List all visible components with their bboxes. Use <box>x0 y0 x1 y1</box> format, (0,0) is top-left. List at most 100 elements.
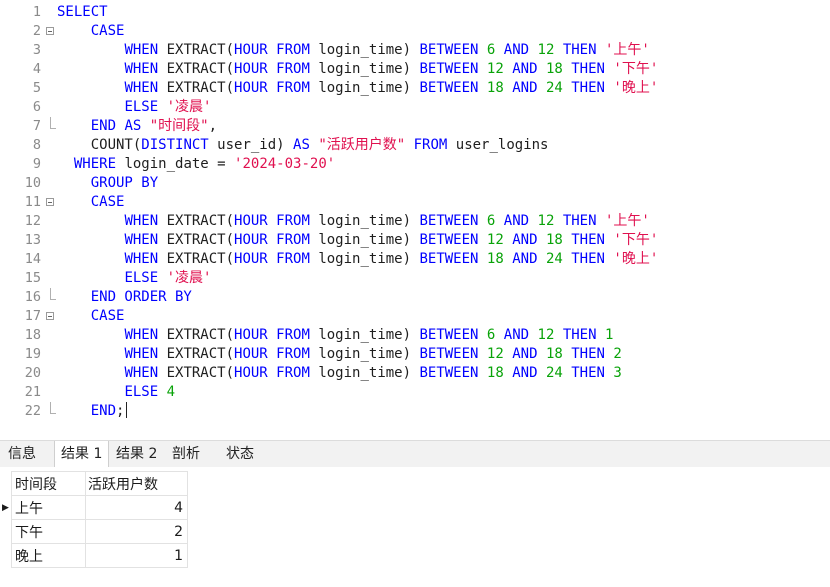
sql-keyword: END <box>90 403 117 419</box>
line-number: 6 <box>32 99 41 115</box>
line-number: 5 <box>32 80 41 96</box>
fold-collapse-icon[interactable] <box>46 198 54 206</box>
sql-keyword: WHEN <box>124 251 159 267</box>
tab-status[interactable]: 状态 <box>220 441 260 467</box>
code-line[interactable]: 18 WHEN EXTRACT(HOUR FROM login_time) BE… <box>0 326 830 345</box>
sql-keyword: WHEN <box>124 327 159 343</box>
code-line[interactable]: 11 CASE <box>0 193 830 212</box>
sql-keyword: FROM <box>276 327 310 343</box>
table-row[interactable]: 下午 2 <box>0 519 188 544</box>
line-number: 16 <box>24 289 41 305</box>
sql-text: EXTRACT( <box>158 42 235 58</box>
cell-active-users[interactable]: 1 <box>85 543 188 568</box>
code-line[interactable]: 16 END ORDER BY <box>0 288 830 307</box>
code-line[interactable]: 13 WHEN EXTRACT(HOUR FROM login_time) BE… <box>0 231 830 250</box>
sql-keyword: HOUR <box>234 251 268 267</box>
sql-keyword: HOUR <box>234 80 268 96</box>
fold-collapse-icon[interactable] <box>46 27 54 35</box>
sql-keyword: THEN <box>571 232 605 248</box>
line-number: 14 <box>24 251 41 267</box>
table-row[interactable]: 晚上 1 <box>0 543 188 568</box>
tab-result-1[interactable]: 结果 1 <box>54 441 110 468</box>
code-line[interactable]: 12 WHEN EXTRACT(HOUR FROM login_time) BE… <box>0 212 830 231</box>
code-line[interactable]: 5 WHEN EXTRACT(HOUR FROM login_time) BET… <box>0 79 830 98</box>
sql-text: EXTRACT( <box>158 61 235 77</box>
cell-period[interactable]: 晚上 <box>11 543 86 568</box>
sql-string: '晚上' <box>613 80 659 96</box>
code-line[interactable]: 14 WHEN EXTRACT(HOUR FROM login_time) BE… <box>0 250 830 269</box>
sql-number: 18 <box>545 61 563 77</box>
sql-keyword: HOUR <box>234 327 268 343</box>
sql-string: '下午' <box>613 232 659 248</box>
tab-info[interactable]: 信息 <box>2 441 42 467</box>
sql-keyword: AND <box>503 213 530 229</box>
line-number: 21 <box>24 384 41 400</box>
code-line[interactable]: 4 WHEN EXTRACT(HOUR FROM login_time) BET… <box>0 60 830 79</box>
sql-keyword: CASE <box>90 194 125 210</box>
code-line[interactable]: 6 ELSE '凌晨' <box>0 98 830 117</box>
cell-period[interactable]: 上午 <box>11 495 86 520</box>
code-line[interactable]: 8 COUNT(DISTINCT user_id) AS "活跃用户数" FRO… <box>0 136 830 155</box>
tab-result-2[interactable]: 结果 2 <box>110 441 163 467</box>
code-line[interactable]: 15 ELSE '凌晨' <box>0 269 830 288</box>
sql-string: '凌晨' <box>166 270 212 286</box>
code-line[interactable]: 17 CASE <box>0 307 830 326</box>
code-line[interactable]: 22 END; <box>0 402 830 421</box>
sql-keyword: WHEN <box>124 232 159 248</box>
sql-keyword: BETWEEN <box>419 42 479 58</box>
cell-period[interactable]: 下午 <box>11 519 86 544</box>
sql-keyword: HOUR <box>234 61 268 77</box>
sql-number: 18 <box>486 80 504 96</box>
fold-collapse-icon[interactable] <box>46 312 54 320</box>
column-header-active-users[interactable]: 活跃用户数 <box>85 471 188 496</box>
code-line[interactable]: 3 WHEN EXTRACT(HOUR FROM login_time) BET… <box>0 41 830 60</box>
row-indicator-header <box>0 471 12 496</box>
tab-profile[interactable]: 剖析 <box>166 441 206 467</box>
code-line[interactable]: 1 SELECT <box>0 3 830 22</box>
code-line[interactable]: 10 GROUP BY <box>0 174 830 193</box>
line-number: 11 <box>24 194 41 210</box>
code-text: CASE <box>57 22 125 41</box>
sql-number: 12 <box>537 327 555 343</box>
code-line[interactable]: 7 END AS "时间段", <box>0 117 830 136</box>
sql-text: login_date = <box>116 156 235 172</box>
code-line[interactable]: 2 CASE <box>0 22 830 41</box>
sql-editor[interactable]: 1 SELECT 2 CASE 3 WHEN EXTRACT(HOUR FROM lo… <box>0 0 830 437</box>
sql-number: 3 <box>613 365 622 381</box>
sql-keyword: AND <box>512 365 538 381</box>
cell-active-users[interactable]: 4 <box>85 495 188 520</box>
sql-number: 1 <box>604 327 614 343</box>
sql-keyword: AND <box>512 346 538 362</box>
line-number: 18 <box>24 327 41 343</box>
code-line[interactable]: 9 WHERE login_date = '2024-03-20' <box>0 155 830 174</box>
code-text: GROUP BY <box>57 174 158 193</box>
sql-text: login_time) <box>309 232 420 248</box>
column-header-period[interactable]: 时间段 <box>11 471 86 496</box>
code-line[interactable]: 19 WHEN EXTRACT(HOUR FROM login_time) BE… <box>0 345 830 364</box>
sql-keyword: AND <box>503 327 530 343</box>
cell-active-users[interactable]: 2 <box>85 519 188 544</box>
table-row[interactable]: ▶ 上午 4 <box>0 495 188 520</box>
sql-string: "活跃用户数" <box>318 137 406 153</box>
code-line[interactable]: 20 WHEN EXTRACT(HOUR FROM login_time) BE… <box>0 364 830 383</box>
sql-string: '上午' <box>604 213 650 229</box>
code-line[interactable]: 21 ELSE 4 <box>0 383 830 402</box>
